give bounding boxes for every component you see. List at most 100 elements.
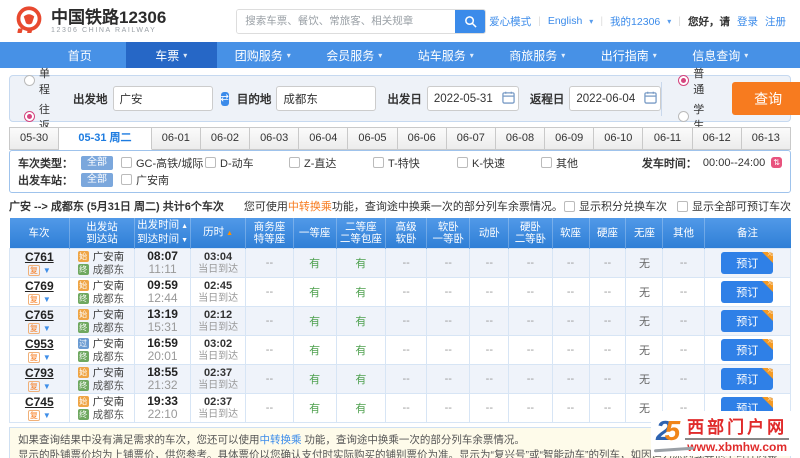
login-link[interactable]: 登录 <box>737 14 758 29</box>
date-tab-06-08[interactable]: 06-08 <box>495 127 546 150</box>
column-header[interactable]: 一等座 <box>293 218 337 249</box>
search-input[interactable] <box>237 9 456 33</box>
date-tab-06-07[interactable]: 06-07 <box>446 127 496 150</box>
column-header[interactable]: 动卧 <box>469 218 510 249</box>
one-way-radio[interactable]: 单程 <box>24 65 50 97</box>
time-spinner-icon[interactable]: ⇅ <box>771 157 782 168</box>
care-mode-link[interactable]: 爱心模式 <box>489 14 531 29</box>
column-header[interactable]: 无座 <box>625 218 664 249</box>
date-tab-06-04[interactable]: 06-04 <box>299 127 349 150</box>
language-link[interactable]: English <box>548 15 582 27</box>
train-type-label: 其他 <box>556 157 578 170</box>
column-header[interactable]: 硬卧 二等卧 <box>508 218 553 249</box>
transfer-link[interactable]: 中转换乘 <box>260 434 302 446</box>
nav-item-label: 商旅服务 <box>509 48 558 63</box>
train-number-link[interactable]: C761 <box>25 250 54 264</box>
date-tabs: 05-30 05-31 周二 06-01 06-02 06-03 06-04 06-05 06… <box>9 127 791 150</box>
date-tab-06-10[interactable]: 06-10 <box>594 127 644 150</box>
normal-passenger-radio[interactable]: 普通 <box>678 65 712 97</box>
from-label: 出发地 <box>73 93 108 106</box>
train-number-link[interactable]: C745 <box>25 395 54 409</box>
book-button[interactable]: 预订兑 <box>721 339 774 361</box>
date-tab-06-13[interactable]: 06-13 <box>741 127 791 150</box>
book-button[interactable]: 预订兑 <box>721 281 774 303</box>
show-points-checkbox[interactable]: 显示积分兑换车次 <box>564 198 667 214</box>
my12306-link[interactable]: 我的12306 <box>610 14 660 29</box>
book-button[interactable]: 预订兑 <box>721 252 774 274</box>
column-header[interactable]: 出发时间 ▲ 到达时间 ▼ <box>134 218 191 249</box>
sort-arrow-icon[interactable]: ▼ <box>179 237 188 244</box>
nav-item-商旅服务[interactable]: 商旅服务 ▾ <box>492 42 584 68</box>
to-city-input[interactable] <box>276 86 377 111</box>
expand-caret-icon[interactable]: ▼ <box>43 382 51 391</box>
swap-stations-icon[interactable]: ⇄ <box>220 91 229 106</box>
expand-caret-icon[interactable]: ▼ <box>43 411 51 420</box>
date-tab-06-06[interactable]: 06-06 <box>397 127 447 150</box>
expand-caret-icon[interactable]: ▼ <box>43 295 51 304</box>
train-number-link[interactable]: C793 <box>25 366 54 380</box>
header-line: 出发时间 ▲ <box>137 219 189 231</box>
book-button[interactable]: 预订兑 <box>721 310 774 332</box>
column-header[interactable]: 高级 软卧 <box>385 218 428 249</box>
search-button[interactable] <box>455 9 486 33</box>
column-header[interactable]: 车次 <box>9 218 70 249</box>
seat-availability-cell: 有 <box>335 277 387 307</box>
train-number-link[interactable]: C953 <box>25 337 54 351</box>
checkbox-icon <box>205 157 216 168</box>
date-tab-06-01[interactable]: 06-01 <box>151 127 201 150</box>
date-tab-06-05[interactable]: 06-05 <box>348 127 398 150</box>
calendar-icon[interactable] <box>502 91 515 104</box>
train-type-checkbox-Z-直达[interactable]: Z-直达 <box>289 155 373 171</box>
register-link[interactable]: 注册 <box>765 14 786 29</box>
header-line: 历时 ▲ <box>203 226 234 238</box>
logo[interactable]: 中国铁路12306 12306 CHINA RAILWAY <box>14 6 166 36</box>
date-tab-06-11[interactable]: 06-11 <box>643 127 693 150</box>
train-type-checkbox-D-动车[interactable]: D-动车 <box>205 155 289 171</box>
column-header[interactable]: 商务座 特等座 <box>245 218 294 249</box>
train-type-all-badge[interactable]: 全部 <box>81 155 113 170</box>
column-header[interactable]: 二等座 二等包座 <box>336 218 387 249</box>
column-header[interactable]: 其他 <box>662 218 705 249</box>
depart-time-filter: 发车时间： 00:00--24:00 ⇅ <box>642 155 782 171</box>
column-header[interactable]: 备注 <box>704 218 791 249</box>
station-all-badge[interactable]: 全部 <box>81 172 113 187</box>
date-tab-05-31[interactable]: 05-31 周二 <box>59 127 152 150</box>
expand-caret-icon[interactable]: ▼ <box>43 353 51 362</box>
expand-caret-icon[interactable]: ▼ <box>43 266 51 275</box>
train-type-checkbox-T-特快[interactable]: T-特快 <box>373 155 457 171</box>
date-tab-06-12[interactable]: 06-12 <box>692 127 742 150</box>
column-header[interactable]: 硬座 <box>589 218 627 249</box>
train-type-checkbox-其他[interactable]: 其他 <box>541 155 625 171</box>
train-type-checkbox-K-快速[interactable]: K-快速 <box>457 155 541 171</box>
date-tab-06-09[interactable]: 06-09 <box>545 127 595 150</box>
column-header[interactable]: 历时 ▲ <box>190 218 247 249</box>
column-header[interactable]: 软卧 一等卧 <box>426 218 471 249</box>
date-tab-06-03[interactable]: 06-03 <box>250 127 300 150</box>
date-tab-06-02[interactable]: 06-02 <box>200 127 251 150</box>
column-header[interactable]: 软座 <box>552 218 590 249</box>
nav-item-车票[interactable]: 车票 ▾ <box>125 42 217 68</box>
sort-arrow-icon[interactable]: ▲ <box>179 223 188 230</box>
from-city-input[interactable] <box>112 86 213 111</box>
chevron-down-icon: ▾ <box>744 50 749 60</box>
expand-caret-icon[interactable]: ▼ <box>43 324 51 333</box>
divider: | <box>678 15 681 27</box>
nav-item-站车服务[interactable]: 站车服务 ▾ <box>400 42 492 68</box>
transfer-link[interactable]: 中转换乘 <box>288 201 332 213</box>
query-button[interactable]: 查询 <box>731 82 800 115</box>
points-corner-label: 兑 <box>767 252 774 257</box>
column-header[interactable]: 出发站 到达站 <box>69 218 136 249</box>
sort-arrow-icon[interactable]: ▲ <box>224 230 233 237</box>
train-number-link[interactable]: C765 <box>25 308 54 322</box>
depart-time-value[interactable]: 00:00--24:00 <box>703 157 765 169</box>
train-number-link[interactable]: C769 <box>25 279 54 293</box>
nav-item-团购服务[interactable]: 团购服务 ▾ <box>217 42 309 68</box>
station-checkbox-广安南[interactable]: 广安南 <box>121 172 169 188</box>
date-tab-05-30[interactable]: 05-30 <box>9 127 60 150</box>
show-all-bookable-checkbox[interactable]: 显示全部可预订车次 <box>677 198 791 214</box>
calendar-icon[interactable] <box>644 91 658 104</box>
train-type-checkbox-GC-高铁/城际[interactable]: GC-高铁/城际 <box>121 155 205 171</box>
book-button[interactable]: 预订兑 <box>721 368 774 390</box>
nav-item-会员服务[interactable]: 会员服务 ▾ <box>309 42 401 68</box>
radio-checked-icon <box>24 111 35 122</box>
